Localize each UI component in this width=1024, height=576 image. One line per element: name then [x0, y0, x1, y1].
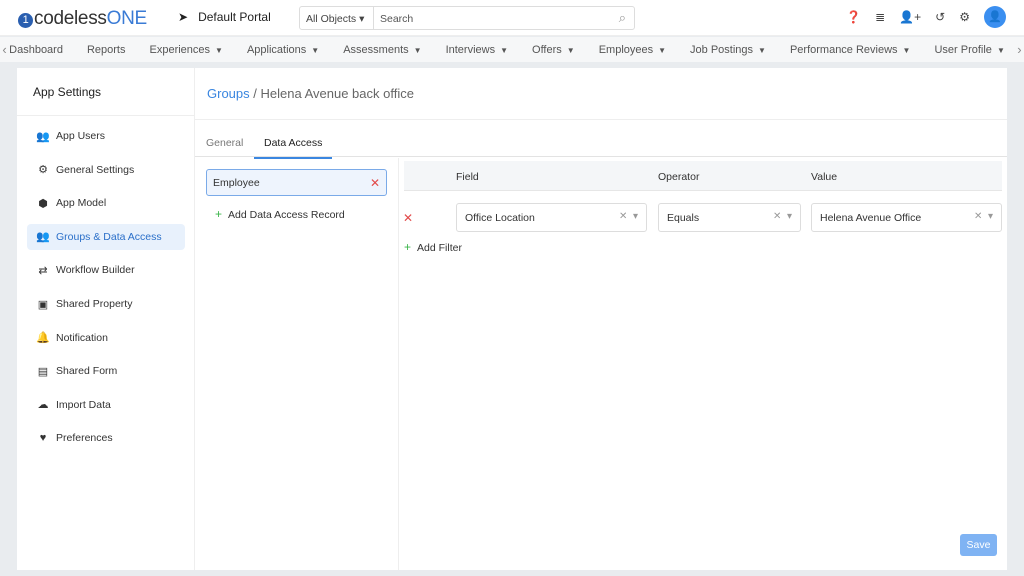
- chevron-down-icon: ▼: [215, 45, 223, 55]
- add-user-icon[interactable]: 👤+: [899, 10, 921, 24]
- remove-icon[interactable]: ✕: [370, 176, 380, 190]
- clear-chevron-icon: ✕ ▾: [773, 211, 792, 222]
- avatar[interactable]: 👤: [984, 6, 1006, 28]
- clear-chevron-icon: ✕ ▾: [974, 211, 993, 222]
- bell-icon: 🔔: [36, 332, 50, 345]
- sidebar-item-shared-form[interactable]: ▤ Shared Form: [27, 358, 185, 384]
- tab-general[interactable]: General: [206, 137, 243, 149]
- group-icon: 👥: [36, 231, 50, 244]
- tab-data-access[interactable]: Data Access: [254, 137, 333, 159]
- filter-header: Field Operator Value: [404, 161, 1002, 191]
- history-icon[interactable]: ↺: [935, 10, 945, 24]
- sidebar-item-app-model[interactable]: ⬢ App Model: [27, 190, 185, 216]
- sidebar: App Settings 👥 App Users ⚙ General Settings…: [17, 68, 195, 570]
- portal-selector[interactable]: ➤ Default Portal: [178, 10, 271, 24]
- paper-plane-icon: ➤: [178, 10, 189, 24]
- form-icon: ▤: [37, 365, 49, 378]
- settings-panel: App Settings 👥 App Users ⚙ General Settings…: [17, 68, 1007, 570]
- plus-icon: +: [215, 207, 223, 221]
- page-title: Helena Avenue back office: [260, 86, 414, 101]
- record-item[interactable]: Employee ✕: [206, 169, 387, 196]
- chevron-down-icon: ▼: [996, 45, 1005, 55]
- nav-item-user-profile[interactable]: User Profile ▼: [934, 44, 1004, 56]
- nav-item-experiences[interactable]: Experiences ▼: [150, 44, 223, 56]
- clear-chevron-icon: ✕ ▾: [619, 211, 638, 222]
- logo[interactable]: 1 codelessONE: [18, 8, 147, 30]
- help-icon[interactable]: ❓: [846, 10, 861, 24]
- nav-scroll-left-icon[interactable]: ‹: [0, 42, 9, 57]
- chevron-down-icon: ▼: [758, 45, 766, 55]
- hand-user-icon: ♥: [39, 432, 47, 445]
- sidebar-item-notification[interactable]: 🔔 Notification: [27, 325, 185, 351]
- sidebar-item-groups-data-access[interactable]: 👥 Groups & Data Access: [27, 223, 185, 250]
- sidebar-title: App Settings: [17, 68, 194, 116]
- nav-item-employees[interactable]: Employees ▼: [599, 44, 666, 56]
- sidebar-item-preferences[interactable]: ♥ Preferences: [27, 425, 185, 451]
- nav-item-applications[interactable]: Applications ▼: [247, 44, 319, 56]
- value-select[interactable]: Helena Avenue Office ✕ ▾: [811, 203, 1002, 232]
- database-icon[interactable]: ≣: [875, 10, 885, 24]
- sidebar-item-shared-property[interactable]: ▣ Shared Property: [27, 291, 185, 317]
- cube-icon: ⬢: [38, 197, 48, 210]
- chevron-down-icon: ▼: [566, 45, 575, 55]
- field-select[interactable]: Office Location ✕ ▾: [456, 203, 647, 232]
- gear-icon[interactable]: ⚙: [959, 10, 970, 24]
- plus-icon: +: [404, 240, 412, 254]
- chevron-down-icon: ▼: [413, 45, 422, 55]
- nav-item-offers[interactable]: Offers ▼: [532, 44, 575, 56]
- sidebar-item-app-users[interactable]: 👥 App Users: [27, 123, 185, 149]
- breadcrumb: Groups / Helena Avenue back office: [207, 86, 414, 101]
- remove-filter-icon[interactable]: ✕: [403, 211, 413, 225]
- add-data-access-record-button[interactable]: + Add Data Access Record: [215, 207, 345, 221]
- sidebar-item-workflow-builder[interactable]: ⇄ Workflow Builder: [27, 257, 185, 283]
- add-filter-button[interactable]: + Add Filter: [404, 240, 462, 254]
- search-scope-select[interactable]: All Objects ▾: [300, 7, 374, 29]
- data-access-records: Employee ✕ + Add Data Access Record: [195, 158, 399, 570]
- cloud-upload-icon: ☁: [37, 399, 49, 412]
- logo-mark-icon: 1: [18, 13, 33, 28]
- users-icon: 👥: [36, 130, 50, 143]
- chevron-down-icon: ▼: [658, 45, 667, 55]
- chevron-down-icon: ▼: [500, 45, 509, 55]
- nav-item-performance-reviews[interactable]: Performance Reviews ▼: [790, 44, 911, 56]
- nav-item-job-postings[interactable]: Job Postings ▼: [690, 44, 766, 56]
- sidebar-item-general-settings[interactable]: ⚙ General Settings: [27, 157, 185, 183]
- arrows-icon: ⇄: [38, 264, 48, 277]
- nav-scroll-right-icon[interactable]: ›: [1015, 42, 1024, 57]
- search-bar: All Objects ▾ Search ⌕: [299, 6, 635, 30]
- chevron-down-icon: ▼: [311, 45, 320, 55]
- breadcrumb-groups-link[interactable]: Groups: [207, 86, 250, 101]
- chevron-down-icon: ▼: [902, 45, 911, 55]
- nav-item-dashboard[interactable]: Dashboard: [9, 44, 63, 56]
- operator-select[interactable]: Equals ✕ ▾: [658, 203, 801, 232]
- box-icon: ▣: [37, 298, 49, 311]
- main-nav: ‹ Dashboard Reports Experiences ▼ Applicatio…: [0, 37, 1024, 62]
- sidebar-item-import-data[interactable]: ☁ Import Data: [27, 392, 185, 418]
- nav-item-reports[interactable]: Reports: [87, 44, 126, 56]
- top-bar: 1 codelessONE ➤ Default Portal All Objects…: [0, 0, 1024, 36]
- tabs: General Data Access: [195, 120, 1007, 159]
- gear-icon: ⚙: [38, 164, 48, 177]
- search-input[interactable]: Search ⌕: [374, 7, 634, 29]
- save-button[interactable]: Save: [960, 534, 997, 556]
- nav-item-interviews[interactable]: Interviews ▼: [446, 44, 508, 56]
- search-icon[interactable]: ⌕: [619, 10, 626, 26]
- nav-item-assessments[interactable]: Assessments ▼: [343, 44, 421, 56]
